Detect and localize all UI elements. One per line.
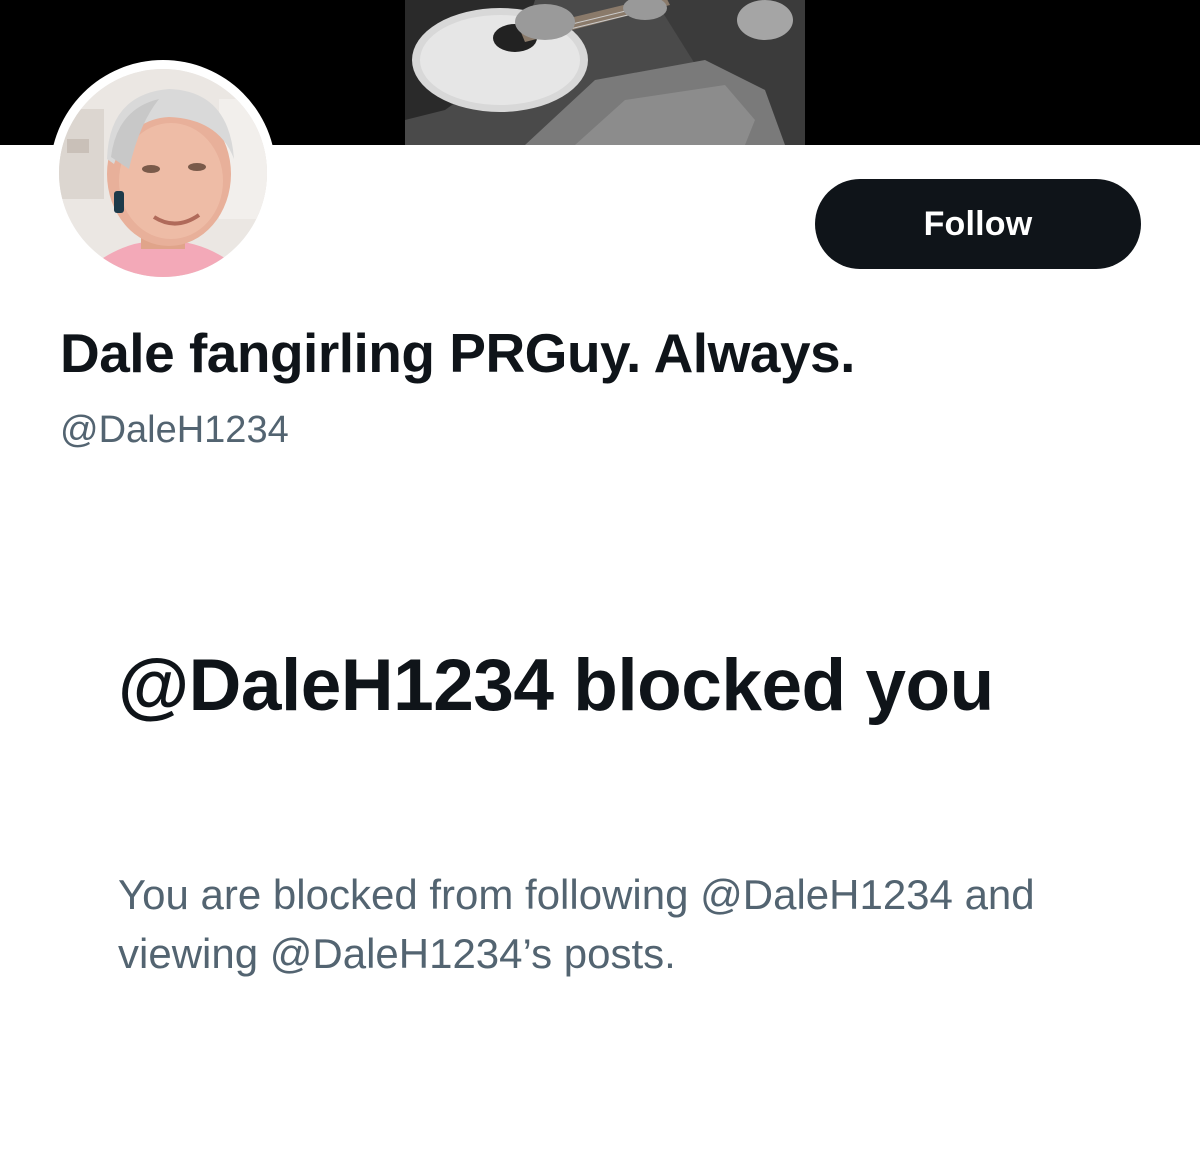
- profile-handle: @DaleH1234: [60, 409, 289, 451]
- avatar[interactable]: [59, 69, 267, 277]
- blocked-notice-title: @DaleH1234 blocked you: [118, 645, 994, 726]
- blocked-notice-description: You are blocked from following @DaleH123…: [118, 871, 1035, 977]
- profile-display-name: Dale fangirling PRGuy. Always.: [60, 322, 855, 384]
- follow-button[interactable]: Follow: [815, 179, 1141, 269]
- banner-guitar-image: [405, 0, 805, 145]
